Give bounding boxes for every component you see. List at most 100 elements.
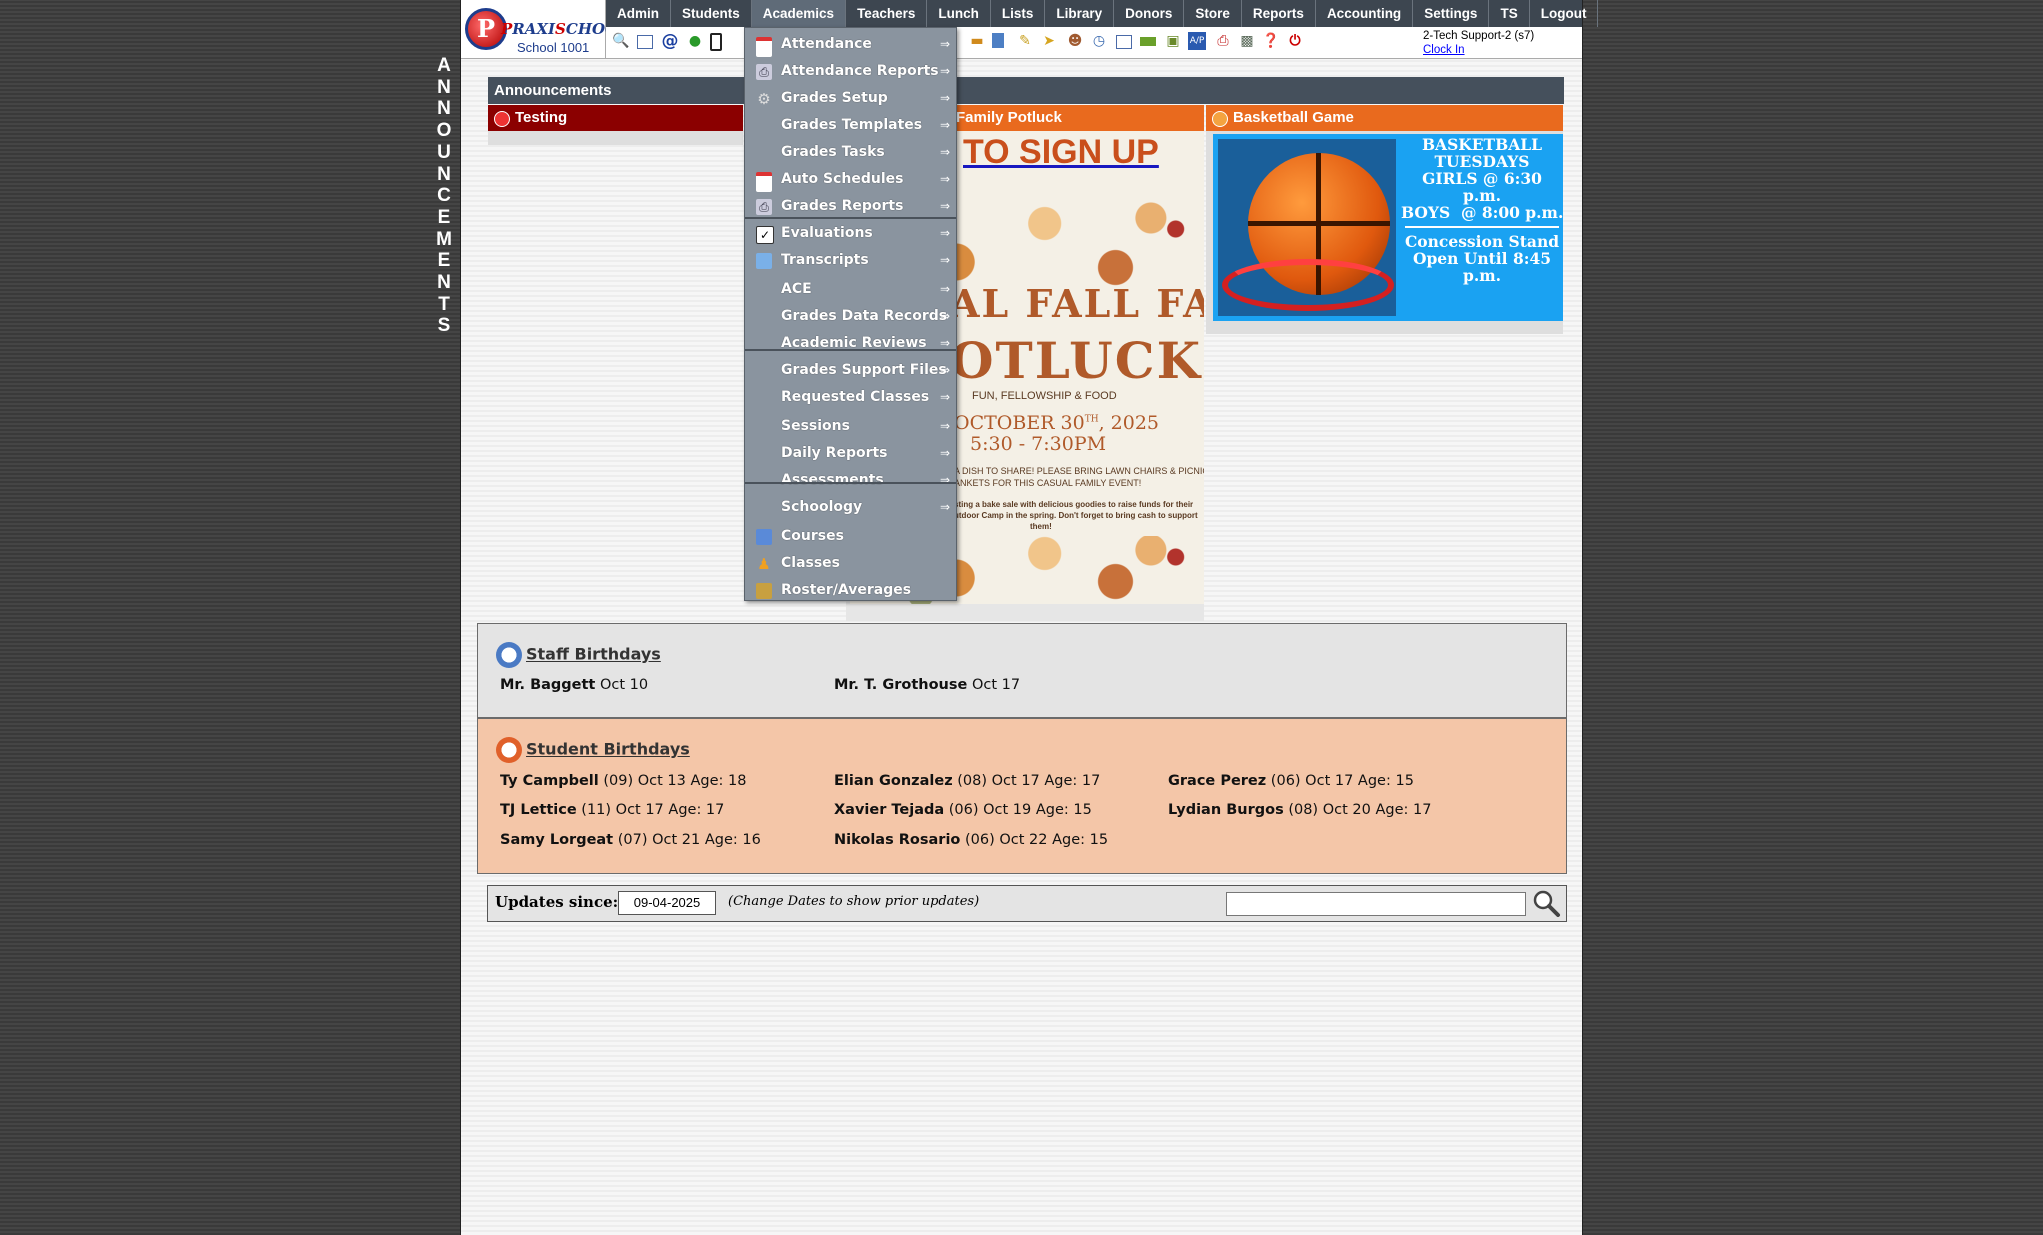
menu-academics[interactable]: Academics [751,0,847,27]
dropdown-item-attendance[interactable]: Attendance ⇒ [745,32,956,58]
clock-in-link[interactable]: Clock In [1423,43,1534,57]
birthday-name[interactable]: Mr. Baggett [500,677,595,693]
menu-separator [745,349,956,351]
announcement-title-text: Basketball Game [1233,109,1354,126]
table-icon[interactable] [1116,35,1132,49]
school-name: School 1001 [517,40,590,55]
menu-donors[interactable]: Donors [1114,0,1185,27]
broom-icon[interactable]: ✎ [1016,32,1034,50]
birthday-info: (11) Oct 17 Age: 17 [576,802,725,818]
dropdown-item-transcripts[interactable]: Transcripts ⇒ [745,248,956,274]
book-icon[interactable] [992,33,1004,48]
dropdown-item-daily-reports[interactable]: Daily Reports ⇒ [745,441,956,467]
dropdown-item-label: Roster/Averages [781,582,912,598]
calendar-icon [756,37,772,57]
search-input[interactable] [1226,892,1526,916]
birthday-name[interactable]: Lydian Burgos [1168,802,1284,818]
basketball-line4: BOYS @ 8:00 p.m. [1401,203,1564,222]
dropdown-item-assessments[interactable]: Assessments ⇒ [745,468,956,494]
dropdown-item-grades-setup[interactable]: ⚙ Grades Setup ⇒ [745,86,956,112]
menu-ts[interactable]: TS [1489,0,1530,27]
submenu-arrow-icon: ⇒ [939,118,950,132]
birthday-name[interactable]: Samy Lorgeat [500,832,613,848]
staff-birthdays-title[interactable]: Staff Birthdays [496,642,661,668]
calendar-grid-icon[interactable] [637,35,653,49]
announcement-title-basketball[interactable]: Basketball Game [1206,105,1563,131]
dropdown-item-academic-reviews[interactable]: Academic Reviews ⇒ [745,331,956,357]
birthday-info: (08) Oct 17 Age: 17 [952,773,1101,789]
people-icon[interactable]: ☻ [1066,32,1084,50]
birthday-name[interactable]: TJ Lettice [500,802,577,818]
submenu-arrow-icon: ⇒ [939,473,950,487]
dropdown-item-courses[interactable]: Courses [745,524,956,550]
dropdown-item-evaluations[interactable]: ✓ Evaluations ⇒ [745,221,956,247]
dropdown-item-grades-data-records[interactable]: Grades Data Records ⇒ [745,304,956,330]
birthday-name[interactable]: Ty Campbell [500,773,599,789]
dropdown-item-sessions[interactable]: Sessions ⇒ [745,414,956,440]
dropdown-item-label: Classes [781,555,841,571]
menu-lists[interactable]: Lists [991,0,1046,27]
power-icon[interactable]: ⏻ [1286,32,1304,50]
ticket-icon[interactable] [1140,37,1156,46]
menu-settings[interactable]: Settings [1413,0,1490,27]
dropdown-item-auto-schedules[interactable]: Auto Schedules ⇒ [745,167,956,193]
dropdown-item-label: Grades Templates [781,117,923,133]
menu-accounting[interactable]: Accounting [1316,0,1414,27]
search-icon[interactable]: 🔍 [612,32,630,50]
dropdown-item-requested-classes[interactable]: Requested Classes ⇒ [745,385,956,411]
vertical-letter: E [437,250,451,272]
menu-lunch[interactable]: Lunch [927,0,991,27]
dropdown-item-grades-tasks[interactable]: Grades Tasks ⇒ [745,140,956,166]
birthday-entry: Mr. T. Grothouse Oct 17 [834,677,1020,693]
dropdown-item-grades-support-files[interactable]: Grades Support Files ⇒ [745,358,956,384]
praxischool-logo[interactable]: P PRAXISCHOOL® School 1001 [461,0,637,59]
submenu-arrow-icon: ⇒ [939,145,950,159]
menu-logout[interactable]: Logout [1530,0,1599,27]
dropdown-item-classes[interactable]: ♟ Classes [745,551,956,577]
message-icon[interactable]: ● [686,32,704,50]
phone-icon[interactable] [710,33,722,51]
submenu-arrow-icon: ⇒ [939,282,950,296]
birthday-name[interactable]: Mr. T. Grothouse [834,677,967,693]
menu-teachers[interactable]: Teachers [846,0,928,27]
birthday-name[interactable]: Nikolas Rosario [834,832,960,848]
student-birthdays-title[interactable]: Student Birthdays [496,737,690,763]
submenu-arrow-icon: ⇒ [939,309,950,323]
menu-store[interactable]: Store [1184,0,1242,27]
birthday-name[interactable]: Xavier Tejada [834,802,944,818]
potluck-line5: them! [1030,522,1052,531]
vertical-letter: O [436,120,452,142]
basketball-flyer[interactable]: BASKETBALL TUESDAYS GIRLS @ 6:30 p.m. BO… [1213,134,1563,321]
announcement-title-potluck[interactable]: Family Potluck [930,105,1204,131]
clock-icon[interactable]: ◷ [1090,32,1108,50]
birthday-info: (06) Oct 19 Age: 15 [944,802,1092,818]
dropdown-item-schoology[interactable]: Schoology ⇒ [745,495,956,521]
menu-admin[interactable]: Admin [606,0,671,27]
dropdown-item-label: Grades Reports [781,198,904,214]
cash-register-icon[interactable]: ▩ [1238,32,1256,50]
menu-reports[interactable]: Reports [1242,0,1316,27]
announcement-title-testing[interactable]: Testing [488,105,743,131]
dropdown-item-grades-templates[interactable]: Grades Templates ⇒ [745,113,956,139]
folder-arrow-icon[interactable]: ➤ [1040,32,1058,50]
birthday-name[interactable]: Elian Gonzalez [834,773,953,789]
potluck-line2: ANKETS FOR THIS CASUAL FAMILY EVENT! [954,478,1142,488]
help-icon[interactable]: ❓ [1262,32,1280,50]
menu-library[interactable]: Library [1045,0,1115,27]
email-icon[interactable]: @ [661,32,679,50]
signup-link[interactable]: TO SIGN UP [963,133,1159,172]
dropdown-item-attendance-reports[interactable]: ⎙ Attendance Reports ⇒ [745,59,956,85]
search-icon[interactable] [1531,889,1561,917]
printer-money-icon[interactable]: ▣ [1164,32,1182,50]
dropdown-item-ace[interactable]: ACE ⇒ [745,277,956,303]
basketball-line6: Open Until 8:45 p.m. [1412,249,1552,285]
birthday-name[interactable]: Grace Perez [1168,773,1266,789]
ap-icon[interactable]: A/P [1188,32,1206,50]
menu-students[interactable]: Students [671,0,752,27]
dropdown-item-label: Grades Data Records [781,308,948,324]
pdf-icon[interactable]: ⎙ [1214,32,1232,50]
birthday-entry: Mr. Baggett Oct 10 [500,677,648,693]
burger-icon[interactable]: ▬ [968,32,986,50]
updates-date-input[interactable]: 09-04-2025 [618,891,716,915]
dropdown-item-roster-averages[interactable]: Roster/Averages [745,578,956,604]
